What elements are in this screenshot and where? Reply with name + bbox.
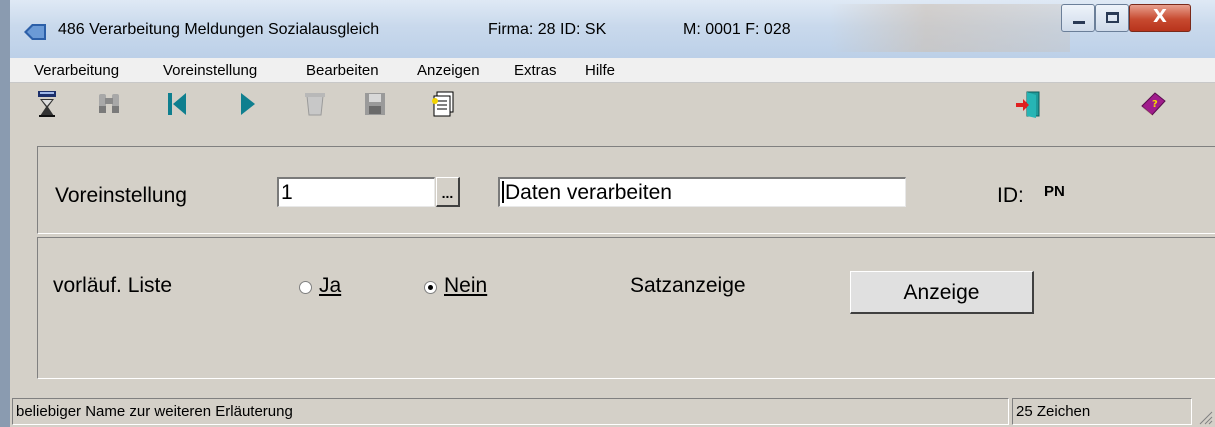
toolbar: ? <box>10 83 1215 127</box>
preset-browse-button[interactable]: ... <box>436 177 460 207</box>
preset-number-field[interactable]: 1 <box>277 177 435 207</box>
binoculars-icon[interactable] <box>94 89 124 119</box>
menu-anzeigen[interactable]: Anzeigen <box>417 62 480 79</box>
menu-hilfe[interactable]: Hilfe <box>585 62 615 79</box>
maximize-icon <box>1106 12 1119 23</box>
close-button[interactable]: X <box>1129 4 1191 32</box>
preset-name-text: Daten verarbeiten <box>505 181 672 204</box>
preset-label: Voreinstellung <box>55 184 187 207</box>
anzeige-button[interactable]: Anzeige <box>850 271 1034 314</box>
print-settings-icon[interactable] <box>428 89 458 119</box>
menu-bar: Verarbeitung Voreinstellung Bearbeiten A… <box>10 58 1215 83</box>
id-value: PN <box>1044 183 1065 200</box>
trash-icon[interactable] <box>300 89 330 119</box>
application-window: 486 Verarbeitung Meldungen Sozialausglei… <box>10 0 1215 427</box>
radio-ja-label[interactable]: Ja <box>319 274 341 298</box>
save-disk-icon[interactable] <box>360 89 390 119</box>
radio-ja-text: Ja <box>319 274 342 297</box>
app-icon <box>24 24 46 40</box>
radio-nein-label[interactable]: Nein <box>444 274 487 298</box>
title-company-id: Firma: 28 ID: SK <box>488 21 607 38</box>
record-display-label: Satzanzeige <box>630 274 746 297</box>
menu-extras[interactable]: Extras <box>514 62 557 79</box>
options-panel <box>37 237 1215 379</box>
title-mandant: M: 0001 F: 028 <box>683 21 791 38</box>
exit-door-icon[interactable] <box>1014 89 1044 119</box>
radio-ja[interactable] <box>299 281 312 294</box>
title-bar[interactable]: 486 Verarbeitung Meldungen Sozialausglei… <box>10 0 1215 58</box>
id-label: ID: <box>997 184 1024 207</box>
close-icon: X <box>1153 6 1167 27</box>
menu-verarbeitung[interactable]: Verarbeitung <box>34 62 119 79</box>
status-hint: beliebiger Name zur weiteren Erläuterung <box>12 398 1009 425</box>
help-book-icon[interactable]: ? <box>1138 89 1168 119</box>
status-bar: beliebiger Name zur weiteren Erläuterung… <box>10 396 1215 427</box>
maximize-button[interactable] <box>1095 4 1129 32</box>
first-record-icon[interactable] <box>162 89 192 119</box>
svg-text:?: ? <box>1152 99 1158 110</box>
radio-selected-dot <box>428 285 433 290</box>
minimize-icon <box>1073 21 1085 24</box>
window-title: 486 Verarbeitung Meldungen Sozialausglei… <box>58 21 380 38</box>
minimize-button[interactable] <box>1061 4 1095 32</box>
preliminary-list-label: vorläuf. Liste <box>53 274 173 297</box>
next-record-icon[interactable] <box>232 89 262 119</box>
preset-name-field[interactable]: Daten verarbeiten <box>498 177 906 207</box>
status-char-count: 25 Zeichen <box>1012 398 1192 425</box>
menu-bearbeiten[interactable]: Bearbeiten <box>306 62 379 79</box>
menu-voreinstellung[interactable]: Voreinstellung <box>163 62 257 79</box>
resize-grip-icon[interactable] <box>1197 409 1213 425</box>
radio-nein-text: Nein <box>444 274 488 297</box>
title-bar-background <box>830 4 1070 52</box>
run-hourglass-icon[interactable] <box>32 89 62 119</box>
radio-nein[interactable] <box>424 281 437 294</box>
text-caret <box>502 181 504 203</box>
